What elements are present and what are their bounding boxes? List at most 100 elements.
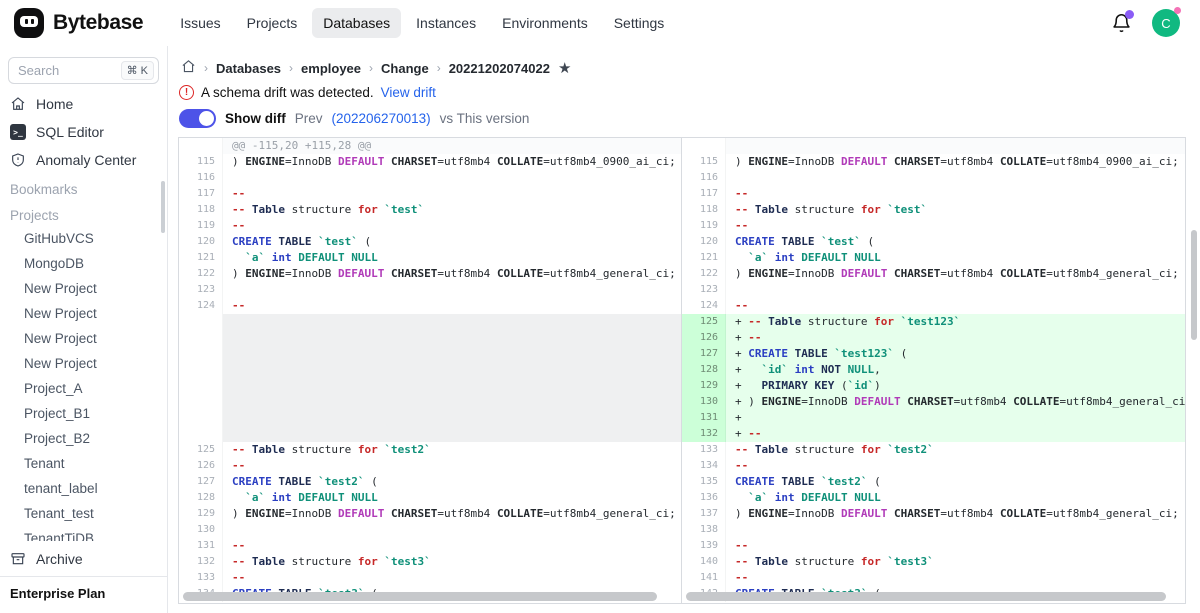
- code-line: -- Table structure for `test`: [223, 202, 681, 218]
- code-token: int: [272, 251, 292, 264]
- code-line: -- Table structure for `test3`: [223, 554, 681, 570]
- search-box[interactable]: ⌘ K: [8, 57, 159, 84]
- avatar[interactable]: C: [1152, 9, 1180, 37]
- sidebar-item-new-project[interactable]: New Project: [0, 276, 167, 301]
- nav-item-projects[interactable]: Projects: [236, 8, 309, 38]
- diff-row: 124--: [179, 298, 681, 314]
- sidebar-item-archive[interactable]: Archive: [0, 545, 167, 573]
- sidebar-item-new-project[interactable]: New Project: [0, 326, 167, 351]
- breadcrumb-item-20221202074022[interactable]: 20221202074022: [449, 61, 550, 76]
- sidebar-item-project-b2[interactable]: Project_B2: [0, 426, 167, 451]
- notifications-bell-icon[interactable]: [1111, 13, 1132, 34]
- code-token: [232, 251, 245, 264]
- code-token: for: [358, 443, 378, 456]
- code-line: --: [726, 186, 1185, 202]
- code-token: CREATE: [232, 475, 272, 488]
- sidebar-item-new-project[interactable]: New Project: [0, 351, 167, 376]
- code-line: + `id` int NOT NULL,: [726, 362, 1185, 378]
- code-line: --: [223, 298, 681, 314]
- search-shortcut-kbd: ⌘ K: [121, 61, 154, 80]
- sidebar-item-project-b1[interactable]: Project_B1: [0, 401, 167, 426]
- sidebar-scrollbar-thumb[interactable]: [161, 181, 165, 233]
- code-token: [384, 267, 391, 280]
- code-token: [748, 443, 755, 456]
- line-number: 118: [179, 202, 223, 218]
- breadcrumb-item-databases[interactable]: Databases: [216, 61, 281, 76]
- search-input[interactable]: [18, 63, 106, 78]
- code-token: CHARSET: [894, 507, 940, 520]
- diff-row: 123: [179, 282, 681, 298]
- code-line: --: [223, 538, 681, 554]
- page-vertical-scrollbar-thumb[interactable]: [1191, 230, 1197, 340]
- nav-item-issues[interactable]: Issues: [169, 8, 231, 38]
- breadcrumb-home-icon[interactable]: [181, 59, 196, 77]
- sidebar-item-tenant-label[interactable]: tenant_label: [0, 476, 167, 501]
- code-token: PRIMARY: [762, 379, 808, 392]
- prev-version-link[interactable]: (202206270013): [332, 111, 431, 126]
- code-token: =utf8mb4: [954, 395, 1014, 408]
- diff-row: 115) ENGINE=InnoDB DEFAULT CHARSET=utf8m…: [179, 154, 681, 170]
- horizontal-scrollbar-thumb[interactable]: [183, 592, 657, 601]
- bookmark-star-icon[interactable]: ★: [558, 61, 571, 76]
- nav-item-settings[interactable]: Settings: [603, 8, 676, 38]
- sidebar-item-sql-editor[interactable]: >_ SQL Editor: [0, 118, 167, 146]
- code-line: CREATE TABLE `test2` (: [726, 474, 1185, 490]
- code-token: --: [232, 187, 245, 200]
- diff-row: 119--: [682, 218, 1185, 234]
- code-token: --: [748, 331, 761, 344]
- code-line: CREATE TABLE `test` (: [223, 234, 681, 250]
- code-token: `a`: [748, 251, 768, 264]
- line-number: 116: [179, 170, 223, 186]
- sidebar-item-label: Archive: [36, 551, 83, 567]
- breadcrumb-separator: ›: [369, 61, 373, 75]
- sidebar-item-tenant-test[interactable]: Tenant_test: [0, 501, 167, 526]
- code-line: [223, 522, 681, 538]
- sidebar-item-new-project[interactable]: New Project: [0, 301, 167, 326]
- code-token: --: [232, 571, 245, 584]
- avatar-status-dot: [1174, 7, 1181, 14]
- alert-icon: !: [179, 85, 194, 100]
- code-token: for: [861, 443, 881, 456]
- code-token: for: [861, 203, 881, 216]
- line-number: 136: [682, 490, 726, 506]
- code-token: --: [735, 539, 748, 552]
- nav-item-databases[interactable]: Databases: [312, 8, 401, 38]
- code-token: [788, 363, 795, 376]
- diff-pane-previous: @@ -115,20 +115,28 @@115) ENGINE=InnoDB …: [179, 138, 682, 603]
- code-token: DEFAULT: [298, 251, 344, 264]
- sidebar-item-project-a[interactable]: Project_A: [0, 376, 167, 401]
- sidebar-item-mongodb[interactable]: MongoDB: [0, 251, 167, 276]
- diff-row: 132-- Table structure for `test3`: [179, 554, 681, 570]
- sidebar-item-githubvcs[interactable]: GitHubVCS: [0, 226, 167, 251]
- code-token: +: [735, 427, 748, 440]
- code-token: --: [735, 203, 748, 216]
- line-number: 116: [682, 170, 726, 186]
- code-token: `test2`: [821, 475, 867, 488]
- sidebar-item-tenant[interactable]: Tenant: [0, 451, 167, 476]
- code-token: Table: [755, 203, 788, 216]
- breadcrumb-item-employee[interactable]: employee: [301, 61, 361, 76]
- horizontal-scrollbar-thumb[interactable]: [686, 592, 1166, 601]
- sidebar-item-anomaly-center[interactable]: Anomaly Center: [0, 146, 167, 174]
- sidebar-item-home[interactable]: Home: [0, 90, 167, 118]
- show-diff-toggle[interactable]: [179, 109, 216, 128]
- code-token: ): [735, 507, 748, 520]
- view-drift-link[interactable]: View drift: [381, 85, 436, 100]
- code-line: + -- Table structure for `test123`: [726, 314, 1185, 330]
- diff-row: 139--: [682, 538, 1185, 554]
- nav-item-instances[interactable]: Instances: [405, 8, 487, 38]
- code-token: DEFAULT: [854, 395, 900, 408]
- code-token: ): [232, 155, 245, 168]
- line-number: 126: [179, 458, 223, 474]
- diff-spacer-row: [179, 314, 681, 442]
- breadcrumb-item-change[interactable]: Change: [381, 61, 429, 76]
- nav-item-environments[interactable]: Environments: [491, 8, 599, 38]
- vs-this-version-label: vs This version: [440, 111, 530, 126]
- code-token: +: [735, 411, 742, 424]
- code-token: =utf8mb4: [940, 155, 1000, 168]
- code-line: [223, 314, 681, 442]
- bytebase-logo[interactable]: Bytebase: [14, 8, 143, 38]
- line-number: 120: [682, 234, 726, 250]
- code-token: =InnoDB: [285, 267, 338, 280]
- code-token: ENGINE: [762, 395, 802, 408]
